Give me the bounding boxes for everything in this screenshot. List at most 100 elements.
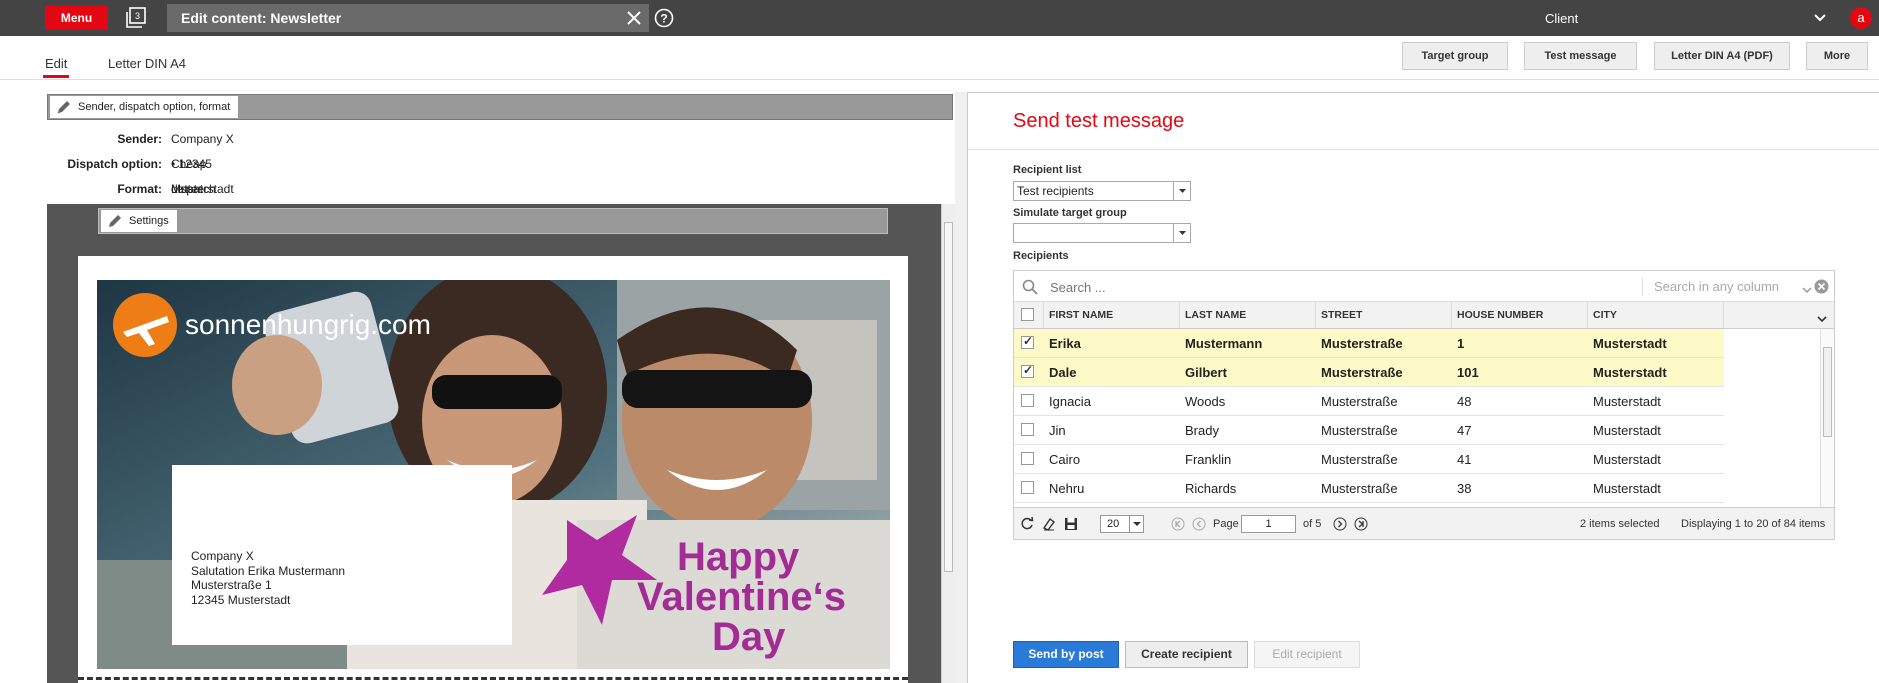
cell-street: Musterstraße xyxy=(1321,394,1398,409)
target-group-button[interactable]: Target group xyxy=(1402,42,1508,70)
recipient-list-value: Test recipients xyxy=(1017,184,1094,198)
next-page-icon[interactable] xyxy=(1333,517,1347,531)
save-icon[interactable] xyxy=(1064,517,1078,531)
select-all-checkbox[interactable] xyxy=(1021,308,1034,321)
cell-first-name: Nehru xyxy=(1049,481,1085,496)
table-row[interactable]: Ignacia Woods Musterstraße 48 Musterstad… xyxy=(1014,387,1724,416)
grid-header: FIRST NAME LAST NAME STREET HOUSE NUMBER… xyxy=(1014,302,1834,329)
cell-last-name: Brady xyxy=(1185,423,1219,438)
previous-page-icon[interactable] xyxy=(1192,517,1206,531)
search-input[interactable] xyxy=(1050,276,1630,298)
row-checkbox[interactable] xyxy=(1021,481,1034,494)
dispatch-label: Dispatch option: xyxy=(67,157,162,171)
chevron-down-icon[interactable] xyxy=(1129,516,1143,532)
first-page-icon[interactable] xyxy=(1171,517,1185,531)
cell-house-number: 48 xyxy=(1457,394,1472,409)
document-title: Edit content: Newsletter xyxy=(181,10,342,26)
edit-recipient-button[interactable]: Edit recipient xyxy=(1254,641,1360,668)
avatar[interactable]: a xyxy=(1850,7,1872,29)
cell-city: Musterstadt xyxy=(1593,481,1661,496)
table-row[interactable]: Cairo Franklin Musterstraße 41 Mustersta… xyxy=(1014,445,1724,474)
cell-house-number: 101 xyxy=(1457,365,1479,380)
settings-panel-tab[interactable]: Settings xyxy=(101,210,177,232)
pane-splitter[interactable] xyxy=(955,92,967,683)
document-title-field: Edit content: Newsletter xyxy=(167,4,649,32)
column-menu-chevron-icon[interactable] xyxy=(1817,312,1827,323)
cell-last-name: Woods xyxy=(1185,394,1226,409)
page-count: of 5 xyxy=(1303,518,1322,530)
search-column-select[interactable]: Search in any column xyxy=(1654,271,1779,302)
row-checkbox[interactable] xyxy=(1021,452,1034,465)
letter-pdf-button[interactable]: Letter DIN A4 (PDF) xyxy=(1654,42,1790,70)
chevron-down-icon[interactable] xyxy=(1173,224,1190,242)
row-checkbox[interactable] xyxy=(1021,334,1034,349)
help-icon[interactable]: ? xyxy=(654,8,674,28)
cell-first-name: Dale xyxy=(1049,365,1077,380)
send-test-message-pane: Send test message Recipient list Test re… xyxy=(967,92,1879,683)
promo-line-2: Valentine‘s xyxy=(637,575,846,619)
row-checkbox[interactable] xyxy=(1021,394,1034,407)
scrollbar-thumb[interactable] xyxy=(944,222,953,572)
send-by-post-button[interactable]: Send by post xyxy=(1013,641,1119,668)
stacked-windows-icon[interactable]: 3 xyxy=(125,7,147,29)
displaying-info: Displaying 1 to 20 of 84 items xyxy=(1681,518,1826,530)
table-row[interactable]: Jin Brady Musterstraße 47 Musterstadt xyxy=(1014,416,1724,445)
cell-first-name: Ignacia xyxy=(1049,394,1091,409)
scrollbar-thumb[interactable] xyxy=(1823,347,1832,437)
grid-pager: 20 Page 1 of 5 2 items selected Displayi… xyxy=(1014,507,1834,539)
logo-text: sonnenhungrig.com xyxy=(185,309,431,340)
column-header-street[interactable]: STREET xyxy=(1316,302,1452,328)
chevron-down-icon[interactable] xyxy=(1813,12,1827,24)
cell-house-number: 47 xyxy=(1457,423,1472,438)
sender-panel-tab[interactable]: Sender, dispatch option, format xyxy=(50,96,239,118)
test-message-button[interactable]: Test message xyxy=(1524,42,1637,70)
view-toolbar: Edit Letter DIN A4 Target group Test mes… xyxy=(0,36,1879,80)
cell-street: Musterstraße xyxy=(1321,365,1403,380)
search-icon xyxy=(1022,279,1038,295)
create-recipient-button[interactable]: Create recipient xyxy=(1125,641,1248,668)
cell-last-name: Richards xyxy=(1185,481,1237,496)
chevron-down-icon[interactable] xyxy=(1802,283,1812,294)
last-page-icon[interactable] xyxy=(1354,517,1368,531)
cell-first-name: Cairo xyxy=(1049,452,1081,467)
recipient-list-select[interactable]: Test recipients xyxy=(1013,181,1191,201)
preview-scrollbar[interactable] xyxy=(941,204,955,683)
page-number-input[interactable]: 1 xyxy=(1241,515,1296,533)
refresh-icon[interactable] xyxy=(1020,516,1034,531)
pencil-icon xyxy=(56,99,72,115)
row-checkbox[interactable] xyxy=(1021,363,1034,378)
cell-house-number: 38 xyxy=(1457,481,1472,496)
column-header-house-number[interactable]: HOUSE NUMBER xyxy=(1452,302,1588,328)
menu-button[interactable]: Menu xyxy=(45,6,108,30)
more-button[interactable]: More xyxy=(1806,42,1868,70)
tab-letter-din-a4[interactable]: Letter DIN A4 xyxy=(108,56,186,71)
newsletter-photo: sonnenhungrig.com Happy Valentine‘s Day … xyxy=(97,280,890,669)
column-header-city[interactable]: CITY xyxy=(1588,302,1724,328)
tab-edit[interactable]: Edit xyxy=(42,56,70,78)
grid-scrollbar[interactable] xyxy=(1820,329,1834,507)
eraser-icon[interactable] xyxy=(1042,517,1056,531)
table-row[interactable]: Dale Gilbert Musterstraße 101 Musterstad… xyxy=(1014,358,1724,387)
cell-last-name: Franklin xyxy=(1185,452,1232,467)
table-row[interactable]: Nehru Richards Musterstraße 38 Mustersta… xyxy=(1014,474,1724,503)
row-checkbox[interactable] xyxy=(1021,423,1034,436)
divider xyxy=(1642,278,1643,296)
column-header-last-name[interactable]: LAST NAME xyxy=(1180,302,1316,328)
table-row[interactable]: Erika Mustermann Musterstraße 1 Musterst… xyxy=(1014,329,1724,358)
client-label[interactable]: Client xyxy=(1545,0,1578,38)
chevron-down-icon[interactable] xyxy=(1173,182,1190,200)
svg-text:?: ? xyxy=(660,12,667,26)
page-size-select[interactable]: 20 xyxy=(1100,515,1144,533)
column-header-first-name[interactable]: FIRST NAME xyxy=(1044,302,1180,328)
cell-first-name: Erika xyxy=(1049,336,1081,351)
selected-count: 2 items selected xyxy=(1580,518,1660,530)
pencil-icon xyxy=(107,213,123,229)
close-icon[interactable] xyxy=(625,9,643,27)
simulate-target-group-select[interactable] xyxy=(1013,223,1191,243)
address-line: Company X xyxy=(191,549,254,563)
clear-search-icon[interactable] xyxy=(1814,279,1829,294)
cell-city: Musterstadt xyxy=(1593,423,1661,438)
address-line: Musterstraße 1 xyxy=(191,578,272,592)
cell-first-name: Jin xyxy=(1049,423,1066,438)
select-all-cell xyxy=(1014,302,1044,328)
